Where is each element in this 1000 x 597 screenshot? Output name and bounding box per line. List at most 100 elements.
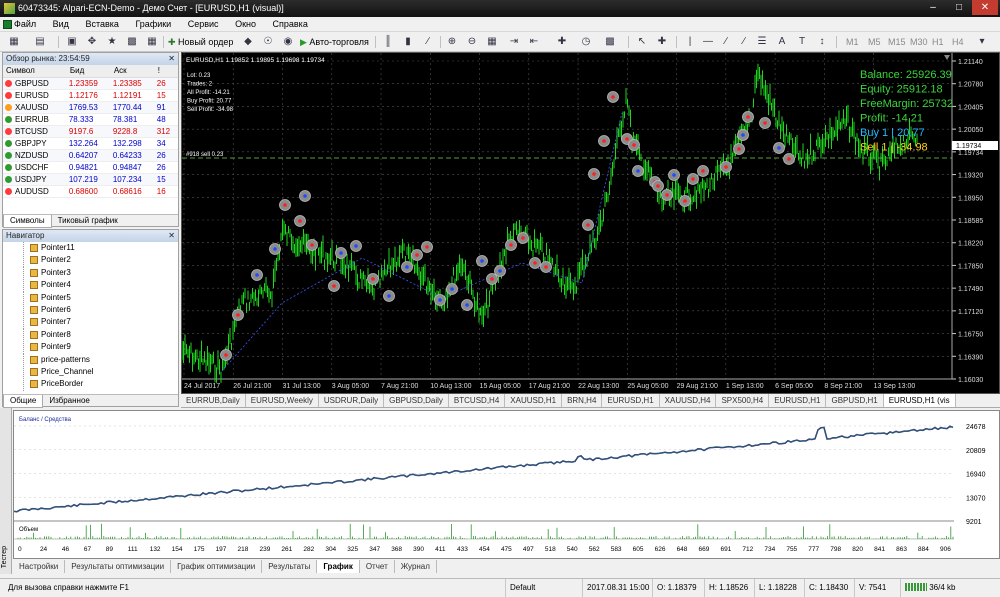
candles-icon[interactable]: ▮ (402, 36, 414, 48)
navigator-item[interactable]: Pointer2 (3, 254, 178, 268)
chart-tab[interactable]: BTCUSD,H4 (449, 394, 506, 407)
chart-shift-icon[interactable] (944, 55, 950, 60)
tester-tab[interactable]: Результаты (262, 560, 318, 573)
tester-tab[interactable]: График (317, 560, 360, 573)
auto-scroll-icon[interactable]: ⇥ (508, 36, 520, 48)
line-chart-icon[interactable]: ∕ (422, 36, 434, 48)
profiles-icon[interactable]: ▤ (34, 36, 46, 48)
navigator-item[interactable]: Pointer7 (3, 316, 178, 330)
tester-tab[interactable]: Результаты оптимизации (65, 560, 172, 573)
navigator-icon[interactable]: ★ (106, 36, 118, 48)
indicators-icon[interactable]: ✚ (556, 36, 568, 48)
market-watch-row[interactable]: GBPJPY 132.264 132.298 34 (3, 137, 178, 150)
menu-tools[interactable]: Сервис (188, 19, 219, 29)
bar-chart-icon[interactable]: ║ (382, 36, 394, 48)
crosshair-icon[interactable]: ✚ (656, 36, 668, 48)
market-watch-row[interactable]: EURRUB 78.333 78.381 48 (3, 113, 178, 126)
chart-shift-icon[interactable]: ⇤ (528, 36, 540, 48)
horizontal-line-icon[interactable]: — (702, 36, 714, 48)
column-bid[interactable]: Бид (66, 65, 111, 78)
new-chart-icon[interactable]: ▦ (8, 36, 20, 48)
period-m5[interactable]: M5 (868, 35, 881, 49)
market-watch-row[interactable]: USDCHF 0.94821 0.94847 26 (3, 161, 178, 174)
text-label-icon[interactable]: T (796, 36, 808, 48)
price-chart-canvas[interactable]: 1.21140 1.20780 1.20405 1.20050 1.19734 1.193… (181, 53, 999, 393)
market-watch-row[interactable]: NZDUSD 0.64207 0.64233 26 (3, 149, 178, 162)
chart-tab[interactable]: BRN,H4 (562, 394, 603, 407)
tab-tick-chart[interactable]: Тиковый график (52, 215, 124, 227)
vertical-line-icon[interactable]: | (684, 36, 696, 48)
signals-icon[interactable]: ☉ (262, 36, 274, 48)
tile-windows-icon[interactable]: ▦ (486, 36, 498, 48)
menu-insert[interactable]: Вставка (85, 19, 118, 29)
tab-symbols[interactable]: Символы (3, 215, 52, 228)
minimize-icon[interactable]: – (920, 0, 946, 15)
terminal-icon[interactable]: ▩ (126, 36, 138, 48)
zoom-out-icon[interactable]: ⊖ (466, 36, 478, 48)
market-watch-row[interactable]: GBPUSD 1.23359 1.23385 26 (3, 77, 178, 90)
navigator-item[interactable]: Pointer4 (3, 279, 178, 293)
templates-icon[interactable]: ▩ (604, 36, 616, 48)
periods-icon[interactable]: ◷ (580, 36, 592, 48)
tab-common[interactable]: Общие (3, 395, 44, 408)
chart-tab[interactable]: GBPUSD,Daily (384, 394, 449, 407)
metaeditor-icon[interactable]: ◆ (242, 36, 254, 48)
zoom-in-icon[interactable]: ⊕ (446, 36, 458, 48)
tester-icon[interactable]: ▦ (146, 36, 158, 48)
arrows-icon[interactable]: ↕ (816, 36, 828, 48)
navigator-item[interactable]: price-patterns (3, 353, 178, 367)
menu-file[interactable]: Файл (14, 19, 36, 29)
navigator-item[interactable]: PriceBorder (3, 378, 178, 392)
market-watch-row[interactable]: USDJPY 107.219 107.234 15 (3, 173, 178, 186)
market-watch-icon[interactable]: ▣ (66, 36, 78, 48)
period-m1[interactable]: M1 (846, 35, 859, 49)
price-chart[interactable]: 1.21140 1.20780 1.20405 1.20050 1.19734 1.193… (181, 52, 1000, 394)
menu-view[interactable]: Вид (53, 19, 69, 29)
fibonacci-icon[interactable]: ☰ (756, 36, 768, 48)
menu-charts[interactable]: Графики (135, 19, 171, 29)
trendline-icon[interactable]: ∕ (720, 36, 732, 48)
close-icon[interactable]: ✕ (168, 230, 175, 242)
chart-tab[interactable]: GBPUSD,H1 (826, 394, 884, 407)
new-order-button[interactable]: ✚ Новый ордер (168, 35, 233, 49)
cursor-icon[interactable]: ↖ (636, 36, 648, 48)
chart-tab[interactable]: XAUUSD,H1 (505, 394, 563, 407)
toolbar-dropdown-icon[interactable]: ▾ (976, 36, 988, 48)
tester-tab[interactable]: Отчет (360, 560, 395, 573)
close-icon[interactable]: ✕ (168, 53, 175, 65)
chart-tab[interactable]: EURUSD,H1 (vis (883, 394, 956, 407)
column-spread[interactable]: ! (154, 65, 178, 78)
market-icon[interactable]: ◉ (282, 36, 294, 48)
menu-help[interactable]: Справка (273, 19, 308, 29)
auto-trading-button[interactable]: ▶ Авто-торговля (300, 35, 369, 49)
period-m15[interactable]: M15 (888, 35, 906, 49)
navigator-item[interactable]: Pointer5 (3, 291, 178, 305)
menu-window[interactable]: Окно (235, 19, 256, 29)
chart-tab[interactable]: XAUUSD,H4 (660, 394, 717, 407)
tab-favorites[interactable]: Избранное (43, 395, 96, 407)
navigator-item[interactable]: Price_Channel (3, 365, 178, 379)
close-icon[interactable]: ✕ (972, 0, 998, 15)
market-watch-row[interactable]: XAUUSD 1769.53 1770.44 91 (3, 101, 178, 114)
market-watch-row[interactable]: EURUSD 1.12176 1.12191 15 (3, 89, 178, 102)
channel-icon[interactable]: ∕ (738, 36, 750, 48)
tester-tab[interactable]: Настройки (13, 560, 66, 573)
period-h4[interactable]: H4 (952, 35, 964, 49)
navigator-item[interactable]: Pointer6 (3, 303, 178, 317)
chart-tab[interactable]: USDRUR,Daily (319, 394, 385, 407)
chart-tab[interactable]: EURUSD,H1 (769, 394, 827, 407)
chart-tab[interactable]: SPX500,H4 (716, 394, 770, 407)
tester-tab[interactable]: График оптимизации (171, 560, 263, 573)
tester-tab[interactable]: Журнал (395, 560, 437, 573)
navigator-item[interactable]: Pointer11 (3, 242, 178, 255)
text-icon[interactable]: A (776, 36, 788, 48)
market-watch-row[interactable]: AUDUSD 0.68600 0.68616 16 (3, 185, 178, 198)
period-m30[interactable]: M30 (910, 35, 928, 49)
market-watch-row[interactable]: BTCUSD 9197.6 9228.8 312 (3, 125, 178, 138)
column-ask[interactable]: Аск (110, 65, 155, 78)
chart-tab[interactable]: EURUSD,H1 (602, 394, 660, 407)
data-window-icon[interactable]: ✥ (86, 36, 98, 48)
navigator-item[interactable]: Pointer9 (3, 341, 178, 355)
chart-tab[interactable]: EURRUB,Daily (181, 394, 246, 407)
column-symbol[interactable]: Символ (3, 65, 67, 78)
